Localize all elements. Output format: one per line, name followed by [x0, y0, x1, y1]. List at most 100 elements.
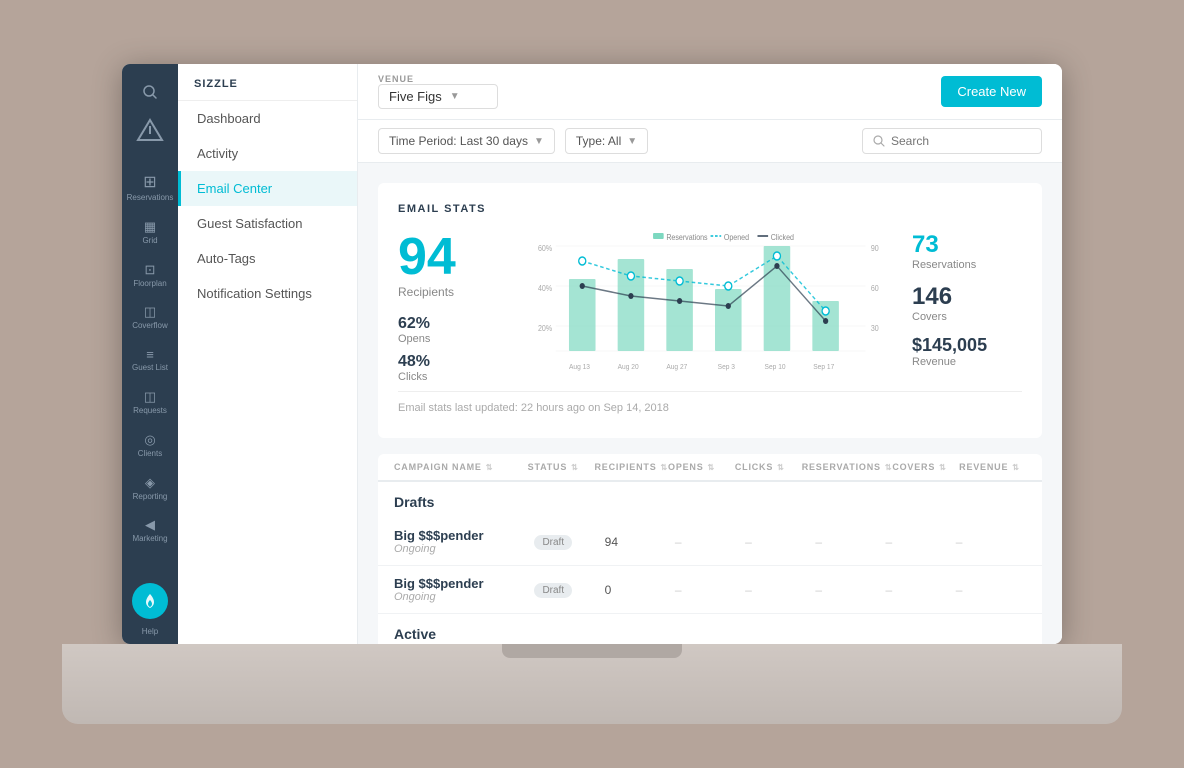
update-note: Email stats last updated: 22 hours ago o… [398, 391, 1022, 418]
table-header: CAMPAIGN NAME ⇅ STATUS ⇅ RECIPIENTS ⇅ [378, 454, 1042, 482]
covers-count: 146 [912, 283, 1022, 311]
svg-text:Sep 10: Sep 10 [765, 363, 786, 371]
fire-icon[interactable] [132, 583, 168, 619]
active-section-header: Active [378, 614, 1042, 644]
reservations-count: 73 [912, 231, 1022, 259]
opens-stat: 62% Opens [398, 315, 518, 345]
search-input[interactable] [891, 134, 1031, 148]
recipients-cell: 0 [605, 583, 675, 597]
search-box[interactable] [862, 128, 1042, 154]
sort-icon[interactable]: ⇅ [1012, 463, 1020, 472]
th-revenue: REVENUE ⇅ [959, 462, 1026, 472]
sort-icon[interactable]: ⇅ [486, 463, 494, 472]
sidebar-icons: ⊞ Reservations ▦ Grid ⊡ Floorplan ◫ Cove… [122, 64, 178, 644]
sort-icon[interactable]: ⇅ [661, 463, 669, 472]
venue-label: VENUE [378, 74, 498, 84]
table-row[interactable]: Big $$$pender Ongoing Draft 94 – – – – – [378, 518, 1042, 566]
email-stats-section: EMAIL STATS 94 Recipients 62% Opens 48% [378, 183, 1042, 438]
chevron-down-icon: ▼ [534, 136, 544, 147]
sizzle-logo [134, 116, 166, 148]
revenue-cell: – [956, 583, 1026, 597]
sidebar-item-reservations[interactable]: ⊞ Reservations [122, 164, 178, 211]
sidebar-item-coverflow[interactable]: ◫ Coverflow [122, 296, 178, 339]
th-status: STATUS ⇅ [528, 462, 595, 472]
nav-email-center[interactable]: Email Center [178, 171, 357, 206]
revenue-label: Revenue [912, 356, 1022, 368]
drafts-section-header: Drafts [378, 482, 1042, 518]
sidebar-item-requests[interactable]: ◫ Requests [122, 381, 178, 424]
clicks-stat: 48% Clicks [398, 353, 518, 383]
th-campaign: CAMPAIGN NAME ⇅ [394, 462, 528, 472]
clicks-cell: – [745, 583, 815, 597]
sidebar-item-reporting[interactable]: ◈ Reporting [122, 467, 178, 510]
revenue-cell: – [956, 535, 1026, 549]
th-clicks: CLICKS ⇅ [735, 462, 802, 472]
svg-text:Aug 27: Aug 27 [666, 363, 687, 371]
sidebar-item-clients[interactable]: ◎ Clients [122, 424, 178, 467]
sidebar-item-guestlist[interactable]: ≡ Guest List [122, 339, 178, 381]
revenue: $145,005 [912, 335, 1022, 356]
campaigns-table: CAMPAIGN NAME ⇅ STATUS ⇅ RECIPIENTS ⇅ [378, 454, 1042, 644]
main-content: VENUE Five Figs ▼ Create New Time Period… [358, 64, 1062, 644]
sort-icon[interactable]: ⇅ [777, 463, 785, 472]
nav-auto-tags[interactable]: Auto-Tags [178, 241, 357, 276]
clicks-cell: – [745, 535, 815, 549]
covers-label: Covers [912, 311, 1022, 323]
venue-selector: VENUE Five Figs ▼ [378, 74, 498, 109]
sidebar-item-marketing[interactable]: ◀ Marketing [122, 509, 178, 552]
chevron-down-icon: ▼ [627, 136, 637, 147]
chevron-down-icon: ▼ [450, 91, 460, 102]
covers-cell: – [886, 583, 956, 597]
nav-dashboard[interactable]: Dashboard [178, 101, 357, 136]
stats-left: 94 Recipients 62% Opens 48% Clicks [398, 231, 518, 391]
opens-cell: – [675, 583, 745, 597]
sidebar-nav: SIZZLE Dashboard Activity Email Center G… [178, 64, 358, 644]
svg-text:Aug 13: Aug 13 [569, 363, 590, 371]
svg-text:Opened: Opened [724, 233, 749, 243]
venue-dropdown[interactable]: Five Figs ▼ [378, 84, 498, 109]
svg-text:20%: 20% [538, 324, 552, 334]
opens-cell: – [675, 535, 745, 549]
sort-icon[interactable]: ⇅ [885, 463, 893, 472]
content-area: EMAIL STATS 94 Recipients 62% Opens 48% [358, 163, 1062, 644]
sort-icon[interactable]: ⇅ [708, 463, 716, 472]
filters-bar: Time Period: Last 30 days ▼ Type: All ▼ [358, 120, 1062, 163]
th-opens: OPENS ⇅ [668, 462, 735, 472]
nav-notification-settings[interactable]: Notification Settings [178, 276, 357, 311]
recipients-cell: 94 [605, 535, 675, 549]
time-period-filter[interactable]: Time Period: Last 30 days ▼ [378, 128, 555, 154]
svg-text:60%: 60% [538, 244, 552, 254]
sort-icon[interactable]: ⇅ [571, 463, 579, 472]
venue-name: Five Figs [389, 89, 442, 104]
stats-title: EMAIL STATS [398, 203, 1022, 215]
svg-text:Reservations: Reservations [666, 233, 707, 243]
svg-text:Sep 17: Sep 17 [813, 363, 834, 371]
nav-activity[interactable]: Activity [178, 136, 357, 171]
top-bar: VENUE Five Figs ▼ Create New [358, 64, 1062, 120]
svg-text:30: 30 [871, 324, 879, 334]
campaign-name-cell: Big $$$pender Ongoing [394, 528, 534, 555]
status-badge: Draft [534, 583, 572, 598]
stats-layout: 94 Recipients 62% Opens 48% Clicks [398, 231, 1022, 391]
svg-text:Sep 3: Sep 3 [718, 363, 735, 371]
th-recipients: RECIPIENTS ⇅ [594, 462, 668, 472]
create-new-button[interactable]: Create New [941, 76, 1042, 107]
recipients-count: 94 [398, 231, 518, 283]
campaign-name-cell: Big $$$pender Ongoing [394, 576, 534, 603]
reservations-cell: – [815, 535, 885, 549]
nav-guest-satisfaction[interactable]: Guest Satisfaction [178, 206, 357, 241]
svg-text:Clicked: Clicked [771, 233, 794, 243]
table-row[interactable]: Big $$$pender Ongoing Draft 0 – – – – – [378, 566, 1042, 614]
sort-icon[interactable]: ⇅ [939, 463, 947, 472]
status-badge: Draft [534, 535, 572, 550]
th-reservations: RESERVATIONS ⇅ [802, 462, 893, 472]
sidebar-item-floorplan[interactable]: ⊡ Floorplan [122, 254, 178, 297]
covers-cell: – [886, 535, 956, 549]
svg-text:Aug 20: Aug 20 [618, 363, 639, 371]
search-icon [873, 135, 885, 147]
svg-text:60: 60 [871, 284, 879, 294]
type-filter[interactable]: Type: All ▼ [565, 128, 648, 154]
sidebar-item-grid[interactable]: ▦ Grid [122, 211, 178, 254]
search-area[interactable] [122, 76, 178, 108]
chart-svg: 60% 40% 20% 90 60 30 [538, 231, 892, 391]
